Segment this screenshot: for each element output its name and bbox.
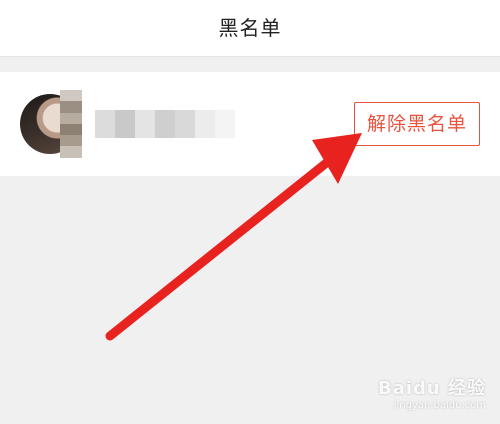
page-title: 黑名单 [218, 16, 282, 40]
username-redaction-blur [95, 110, 235, 138]
annotation-arrow [105, 133, 362, 341]
watermark: Baidu 经验 jingyan.baidu.com [378, 378, 486, 412]
unblock-button[interactable]: 解除黑名单 [354, 102, 480, 146]
watermark-brand: Baidu 经验 [377, 378, 486, 399]
avatar-redaction-mosaic [60, 90, 82, 158]
watermark-url: jingyan.baidu.com [393, 400, 486, 411]
arrow-shaft [105, 155, 335, 341]
header-bar: 黑名单 [0, 0, 500, 57]
blacklist-row: 解除黑名单 [0, 72, 500, 176]
